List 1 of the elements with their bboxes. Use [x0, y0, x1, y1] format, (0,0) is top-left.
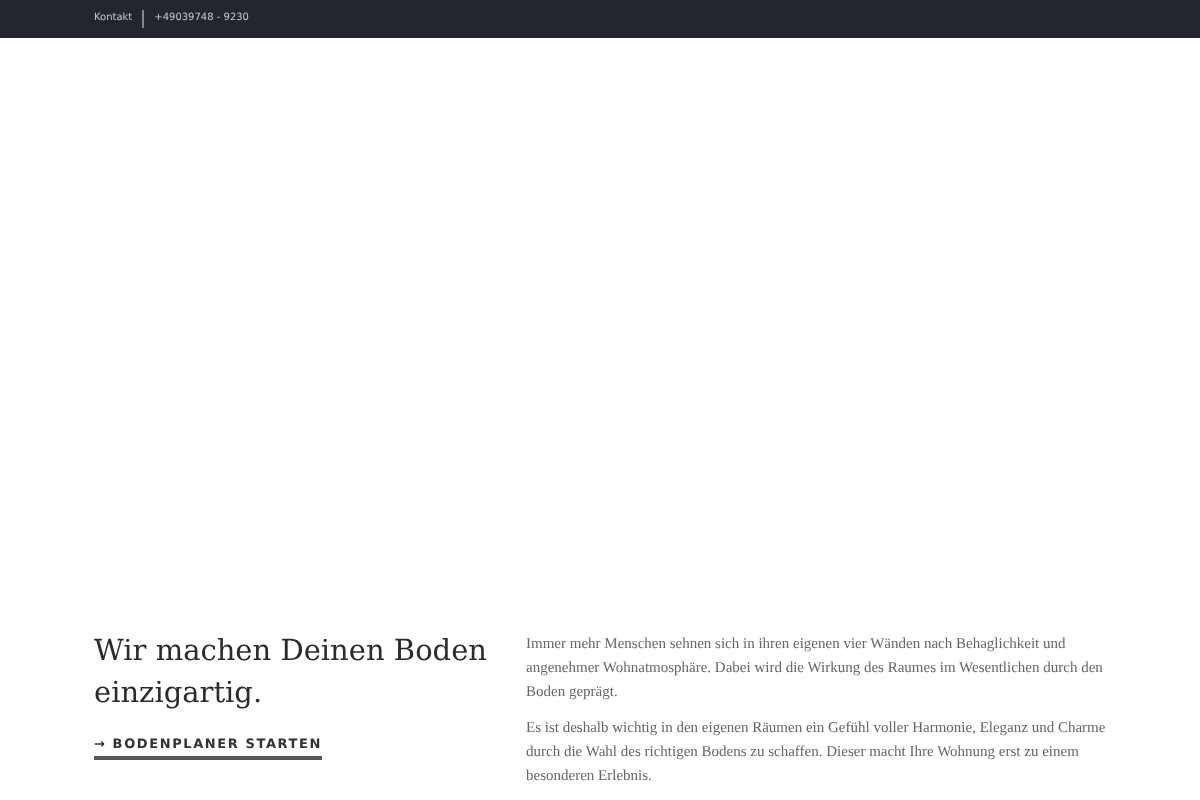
hero-heading: Wir machen Deinen Boden einzigartig.	[94, 634, 490, 714]
